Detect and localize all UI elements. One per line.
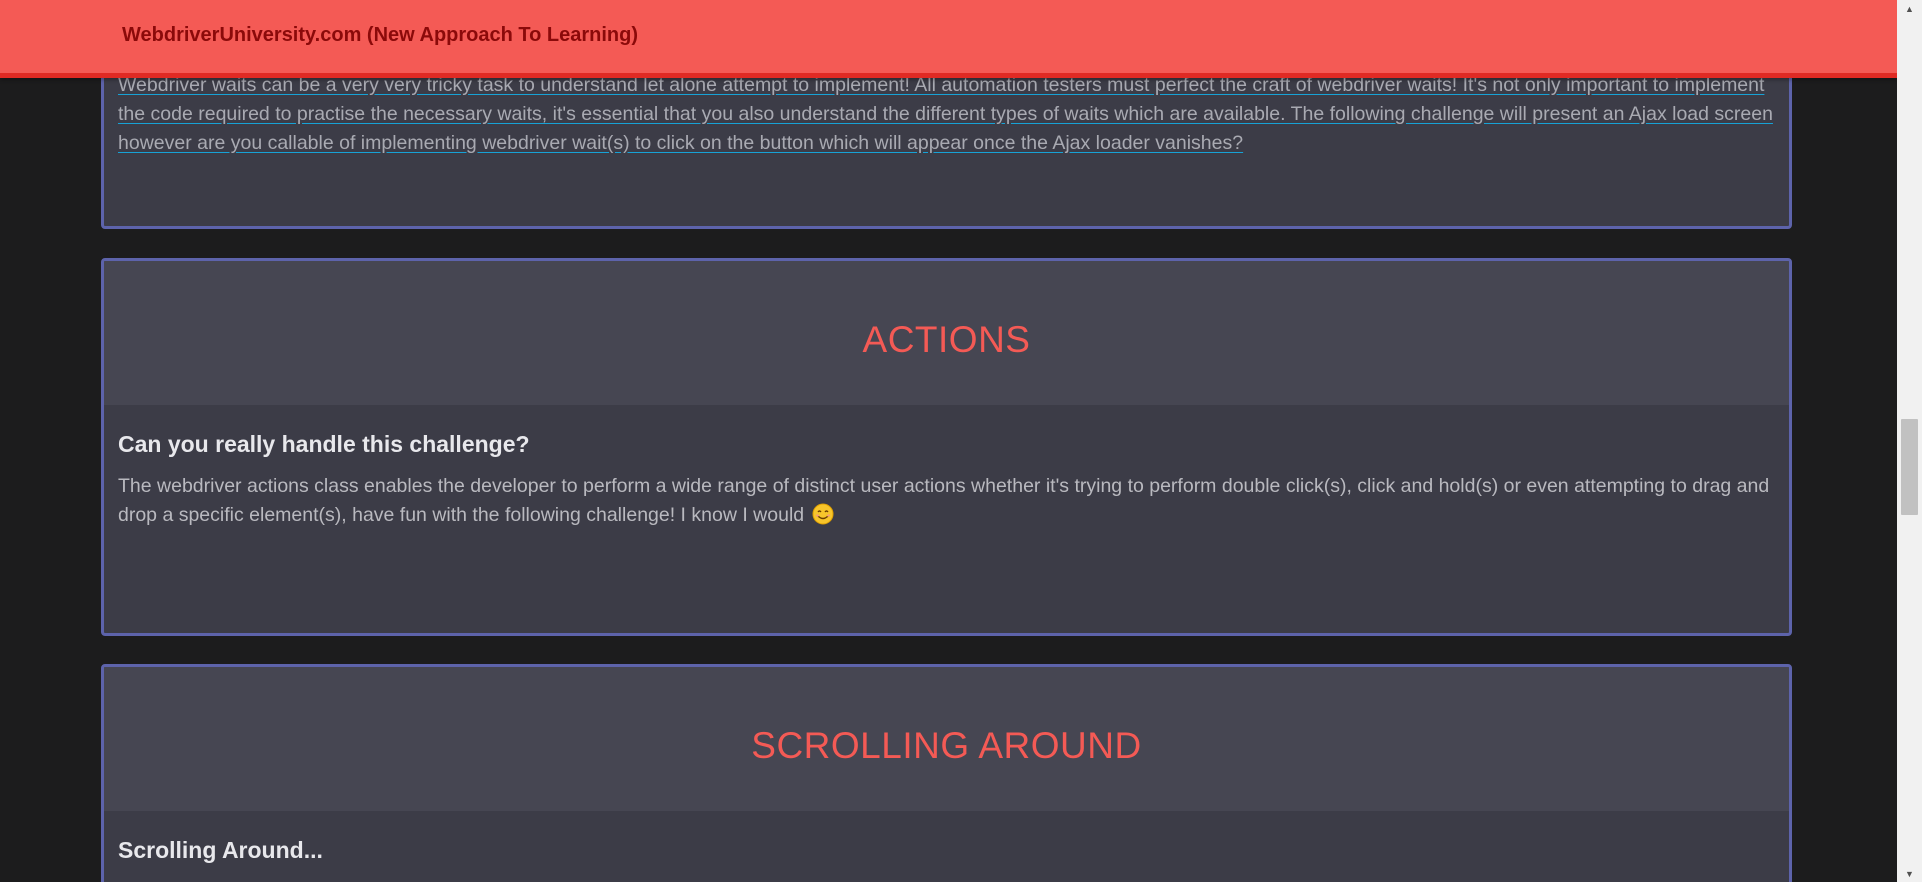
actions-description: The webdriver actions class enables the …	[118, 472, 1775, 530]
top-navbar: WebdriverUniversity.com (New Approach To…	[0, 0, 1897, 78]
actions-heading: ACTIONS	[862, 319, 1031, 360]
brand-link[interactable]: WebdriverUniversity.com (New Approach To…	[122, 24, 638, 47]
actions-text: The webdriver actions class enables the …	[118, 475, 1770, 526]
scrollbar-thumb[interactable]	[1901, 419, 1918, 515]
card-scrolling-body: Scrolling Around...	[104, 811, 1789, 864]
card-actions-body: Can you really handle this challenge? Th…	[104, 405, 1789, 530]
card-actions-header: ACTIONS	[104, 261, 1789, 405]
scrolling-title: Scrolling Around...	[118, 837, 323, 863]
waits-link[interactable]: Webdriver waits can be a very very trick…	[118, 74, 1773, 154]
vertical-scrollbar[interactable]: ▲ ▼	[1897, 0, 1922, 882]
card-scrolling-header: SCROLLING AROUND	[104, 667, 1789, 811]
scroll-down-arrow-icon[interactable]: ▼	[1897, 865, 1922, 882]
scrolling-heading: SCROLLING AROUND	[751, 725, 1142, 766]
smiling-face-icon	[812, 503, 834, 525]
actions-title: Can you really handle this challenge?	[118, 431, 530, 457]
scroll-up-arrow-icon[interactable]: ▲	[1897, 0, 1922, 17]
card-actions[interactable]: ACTIONS Can you really handle this chall…	[101, 258, 1792, 636]
card-waits-text: Webdriver waits can be a very very trick…	[118, 71, 1775, 158]
card-scrolling[interactable]: SCROLLING AROUND Scrolling Around...	[101, 664, 1792, 882]
page: WebdriverUniversity.com (New Approach To…	[0, 0, 1922, 882]
